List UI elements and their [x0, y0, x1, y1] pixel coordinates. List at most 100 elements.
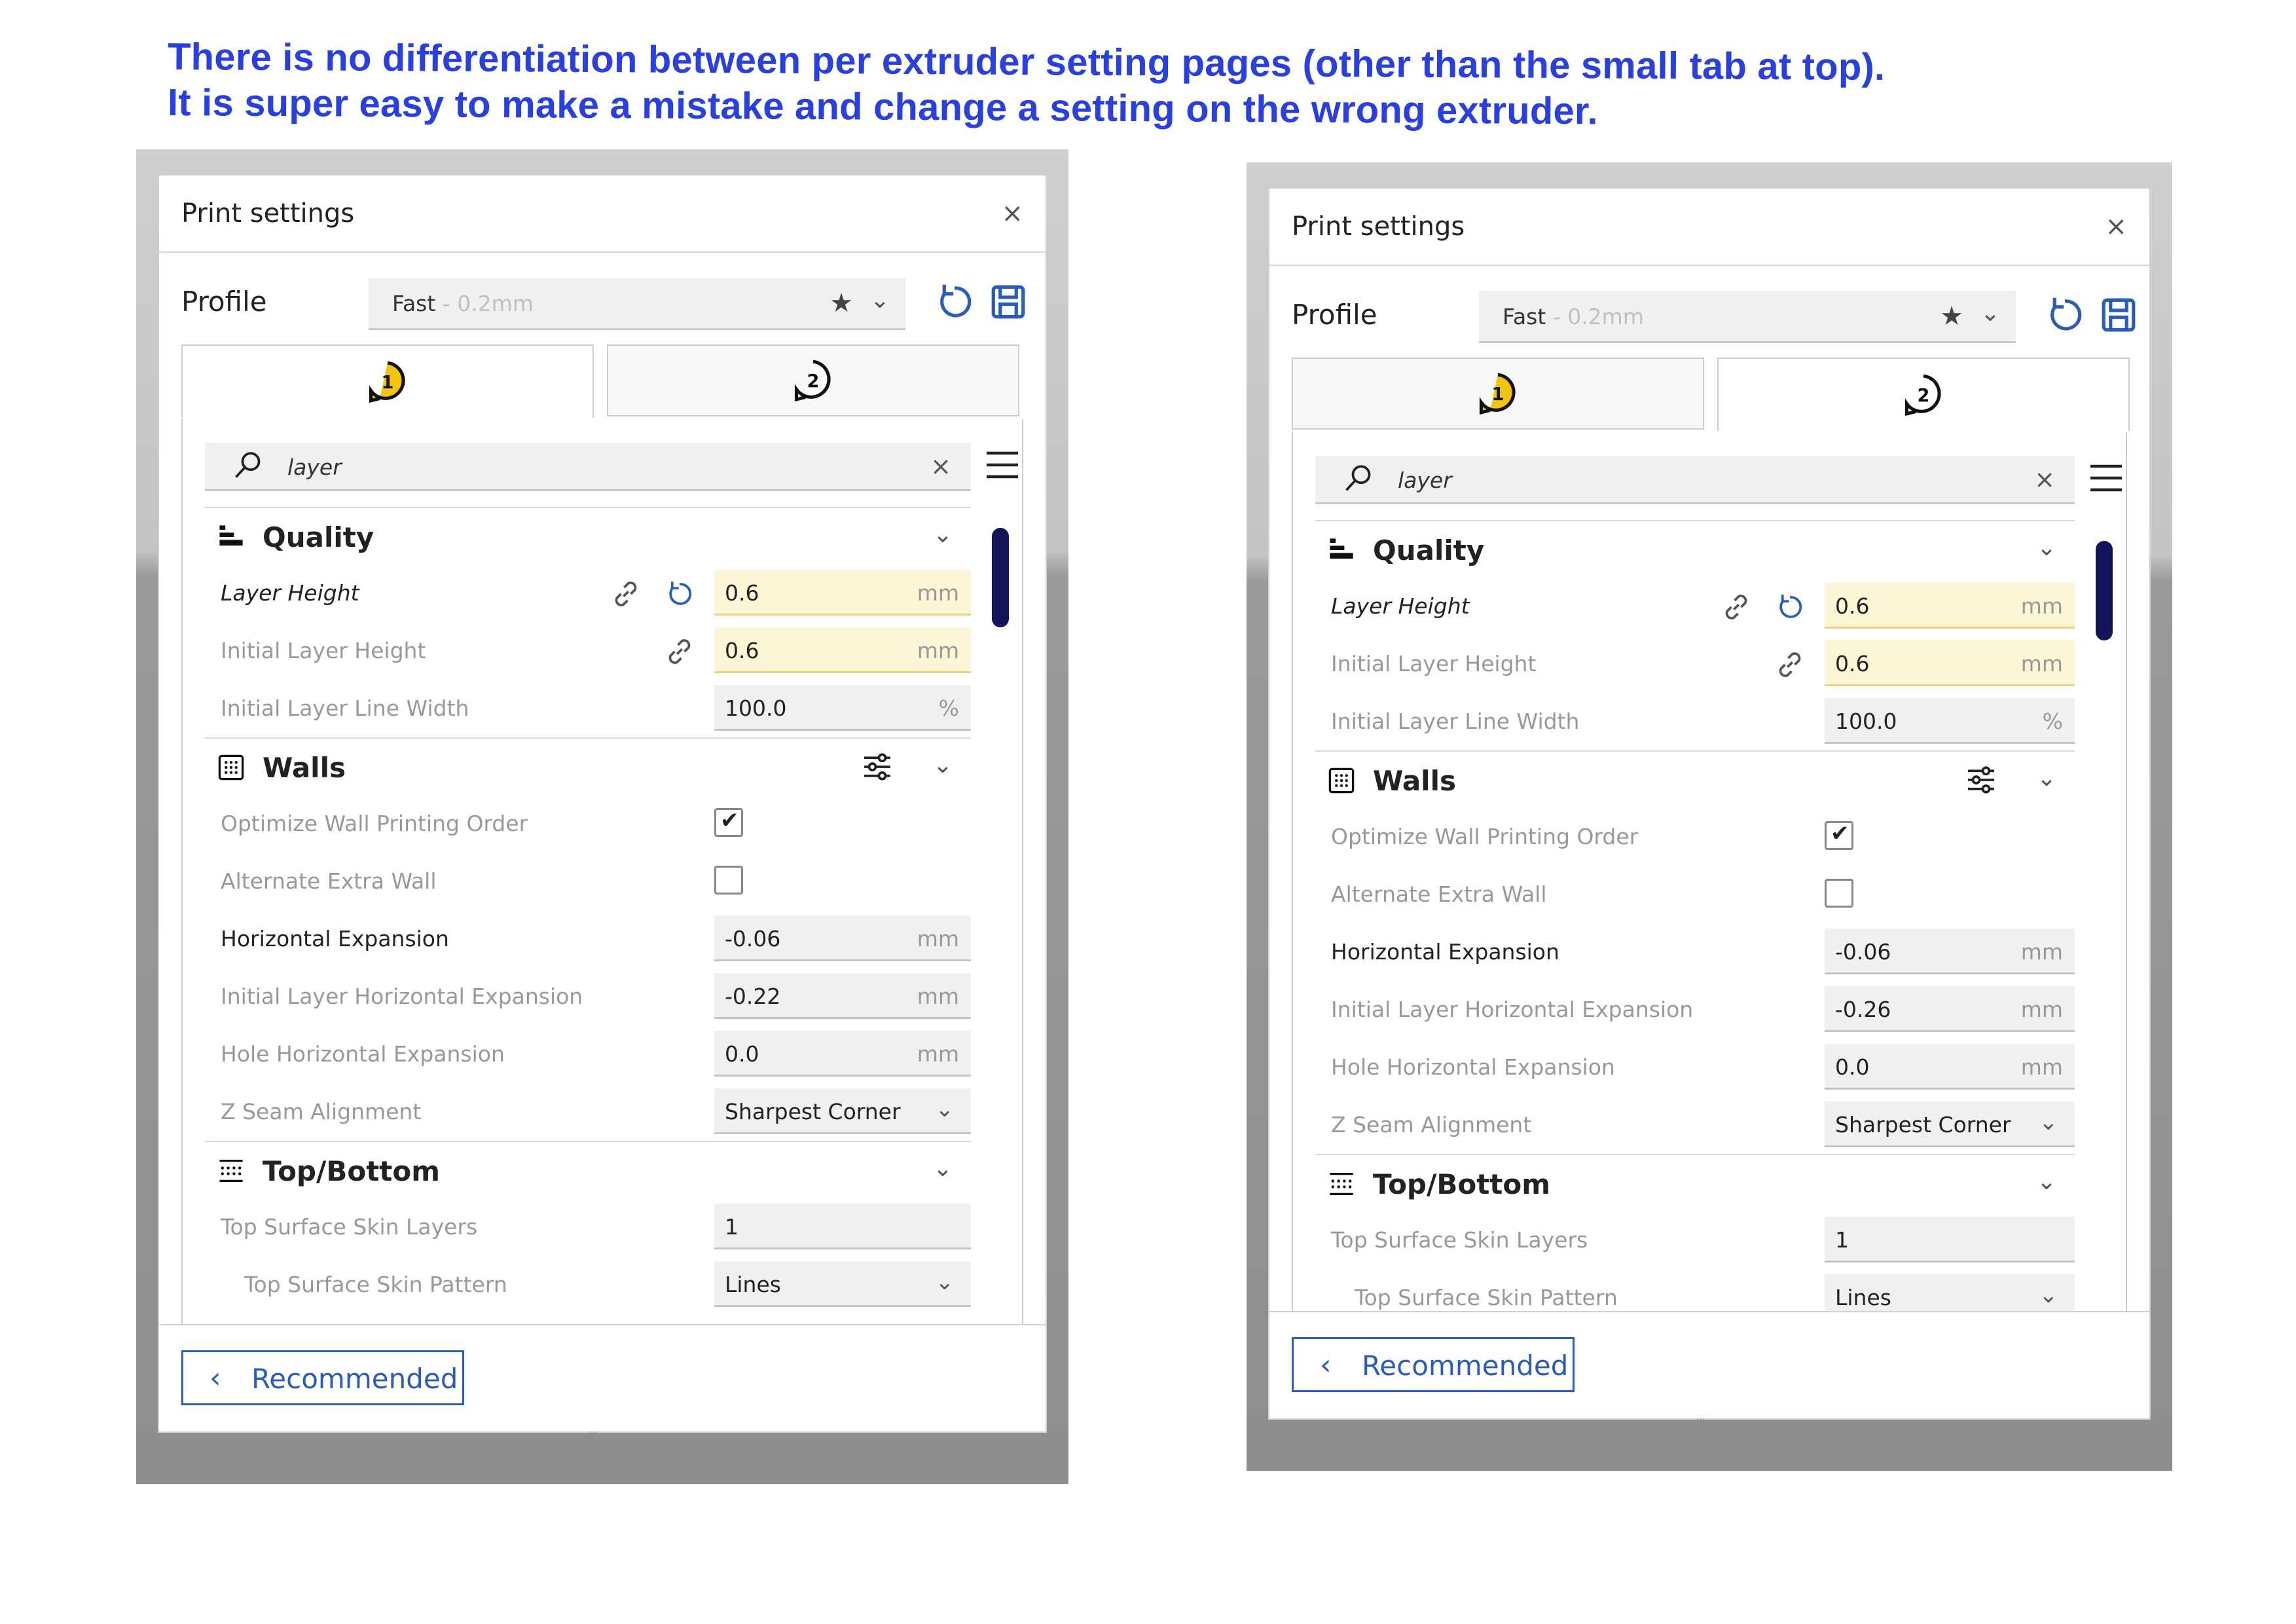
tab-extruder-2[interactable]: 2 [1717, 358, 2130, 431]
clear-icon[interactable]: × [2034, 465, 2055, 494]
chevron-left-icon: ‹ [1320, 1348, 1332, 1382]
initial-layer-horizontal-expansion-field[interactable]: -0.26 mm [1825, 986, 2075, 1032]
initial-layer-height-field[interactable]: 0.6 mm [714, 627, 971, 673]
top-surface-skin-pattern-select[interactable]: Lines ⌄ [1825, 1274, 2075, 1311]
scrollbar[interactable] [2096, 541, 2113, 640]
category-walls[interactable]: Walls ⌄ [1315, 750, 2075, 808]
setting-label: Optimize Wall Printing Order [221, 811, 528, 836]
profile-label: Profile [181, 286, 267, 318]
setting-z-seam-alignment: Z Seam Alignment Sharpest Corner ⌄ [205, 1083, 971, 1141]
tab-extruder-1[interactable]: 1 [1292, 358, 1704, 430]
initial-layer-horizontal-expansion-field[interactable]: -0.22 mm [714, 973, 971, 1019]
horizontal-expansion-field[interactable]: -0.06 mm [714, 915, 971, 961]
setting-label: Z Seam Alignment [1331, 1112, 1532, 1137]
field-unit: mm [2020, 997, 2063, 1022]
chevron-down-icon: ⌄ [2039, 1109, 2058, 1135]
reset-icon[interactable] [1774, 591, 1806, 623]
setting-label: Optimize Wall Printing Order [1331, 824, 1639, 849]
link-icon[interactable] [1774, 648, 1806, 681]
category-quality[interactable]: Quality ⌄ [205, 507, 971, 564]
sliders-icon[interactable] [861, 750, 894, 783]
chevron-down-icon[interactable]: ⌄ [933, 752, 953, 779]
setting-hole-horizontal-expansion: Hole Horizontal Expansion 0.0 mm [205, 1025, 971, 1083]
star-icon[interactable]: ★ [829, 288, 853, 318]
link-icon[interactable] [1720, 591, 1753, 623]
clear-icon[interactable]: × [930, 452, 951, 481]
tab-extruder-2[interactable]: 2 [607, 344, 1019, 416]
top-surface-skin-pattern-select[interactable]: Lines ⌄ [714, 1261, 971, 1307]
screenshot-extruder-1: Print settings × Profile Fast - 0.2mm ★ … [136, 149, 1068, 1484]
field-value: 0.6 [725, 638, 759, 663]
recommended-label: Recommended [1362, 1350, 1569, 1382]
category-label: Quality [263, 521, 374, 553]
profile-row: Profile Fast - 0.2mm ★ ⌄ [159, 253, 1046, 344]
search-input[interactable]: layer × [205, 443, 971, 491]
chevron-down-icon: ⌄ [935, 1096, 955, 1122]
chevron-down-icon[interactable]: ⌄ [2037, 765, 2056, 792]
save-icon[interactable] [2096, 292, 2141, 338]
close-icon[interactable]: × [2105, 212, 2127, 242]
scrollbar[interactable] [992, 528, 1009, 627]
field-unit: mm [917, 984, 959, 1009]
quality-icon [1330, 538, 1353, 559]
close-icon[interactable]: × [1001, 198, 1023, 229]
setting-label: Initial Layer Height [1331, 651, 1537, 676]
settings-content: layer × Quality ⌄ Layer Height 0.6 mm In… [181, 419, 1023, 1325]
profile-name: Fast - 0.2mm [392, 291, 534, 316]
category-top-bottom[interactable]: Top/Bottom ⌄ [205, 1141, 971, 1198]
top-surface-skin-layers-field[interactable]: 1 [714, 1204, 971, 1249]
top-surface-skin-layers-field[interactable]: 1 [1825, 1217, 2075, 1263]
optimize-wall-order-checkbox[interactable]: ✔ [714, 807, 743, 837]
profile-label: Profile [1292, 299, 1377, 331]
reset-icon[interactable] [2042, 292, 2088, 338]
setting-label: Layer Height [221, 580, 359, 606]
chevron-down-icon[interactable]: ⌄ [2037, 1168, 2056, 1195]
tab-extruder-1[interactable]: 1 [181, 344, 594, 418]
z-seam-alignment-select[interactable]: Sharpest Corner ⌄ [714, 1088, 971, 1134]
star-icon[interactable]: ★ [1940, 301, 1963, 331]
menu-icon[interactable] [983, 445, 1022, 485]
resize-handle[interactable]: ··· [589, 1428, 615, 1438]
setting-layer-height: Layer Height 0.6 mm [1315, 578, 2075, 635]
layer-height-field[interactable]: 0.6 mm [714, 570, 971, 616]
menu-icon[interactable] [2086, 458, 2126, 498]
save-icon[interactable] [985, 279, 1031, 325]
setting-initial-layer-horizontal-expansion: Initial Layer Horizontal Expansion -0.22… [205, 968, 971, 1025]
link-icon[interactable] [610, 578, 642, 610]
chevron-down-icon[interactable]: ⌄ [933, 521, 953, 548]
chevron-down-icon[interactable]: ⌄ [2037, 534, 2056, 561]
recommended-button[interactable]: ‹ Recommended [181, 1350, 464, 1405]
category-walls[interactable]: Walls ⌄ [205, 737, 971, 795]
checkmark-icon: ✔ [1831, 821, 1850, 847]
z-seam-alignment-select[interactable]: Sharpest Corner ⌄ [1825, 1101, 2075, 1147]
hole-horizontal-expansion-field[interactable]: 0.0 mm [1825, 1044, 2075, 1090]
field-unit: mm [2020, 939, 2063, 965]
setting-alternate-extra-wall: Alternate Extra Wall [1315, 866, 2075, 923]
search-input[interactable]: layer × [1315, 456, 2075, 504]
optimize-wall-order-checkbox[interactable]: ✔ [1825, 821, 1853, 850]
sliders-icon[interactable] [1965, 764, 1997, 796]
initial-layer-line-width-field[interactable]: 100.0 % [1825, 698, 2075, 744]
top-bottom-icon [1330, 1172, 1353, 1196]
reset-icon[interactable] [932, 279, 977, 325]
profile-select[interactable]: Fast - 0.2mm ★ ⌄ [369, 278, 905, 330]
print-settings-panel: Print settings × Profile Fast - 0.2mm ★ … [158, 174, 1047, 1438]
category-top-bottom[interactable]: Top/Bottom ⌄ [1315, 1154, 2075, 1211]
recommended-button[interactable]: ‹ Recommended [1292, 1337, 1575, 1392]
link-icon[interactable] [663, 635, 696, 668]
hole-horizontal-expansion-field[interactable]: 0.0 mm [714, 1031, 971, 1077]
reset-icon[interactable] [663, 578, 696, 610]
svg-text:1: 1 [1492, 384, 1504, 405]
horizontal-expansion-field[interactable]: -0.06 mm [1825, 929, 2075, 974]
layer-height-field[interactable]: 0.6 mm [1825, 583, 2075, 629]
profile-select[interactable]: Fast - 0.2mm ★ ⌄ [1479, 291, 2016, 343]
initial-layer-height-field[interactable]: 0.6 mm [1825, 640, 2075, 686]
chevron-down-icon[interactable]: ⌄ [933, 1155, 953, 1182]
resize-handle[interactable]: ··· [1696, 1414, 1722, 1425]
alternate-extra-wall-checkbox[interactable] [714, 866, 743, 895]
field-unit: % [938, 695, 959, 721]
category-quality[interactable]: Quality ⌄ [1315, 520, 2075, 578]
initial-layer-line-width-field[interactable]: 100.0 % [714, 685, 971, 731]
alternate-extra-wall-checkbox[interactable] [1825, 879, 1853, 908]
chevron-down-icon: ⌄ [869, 287, 890, 314]
